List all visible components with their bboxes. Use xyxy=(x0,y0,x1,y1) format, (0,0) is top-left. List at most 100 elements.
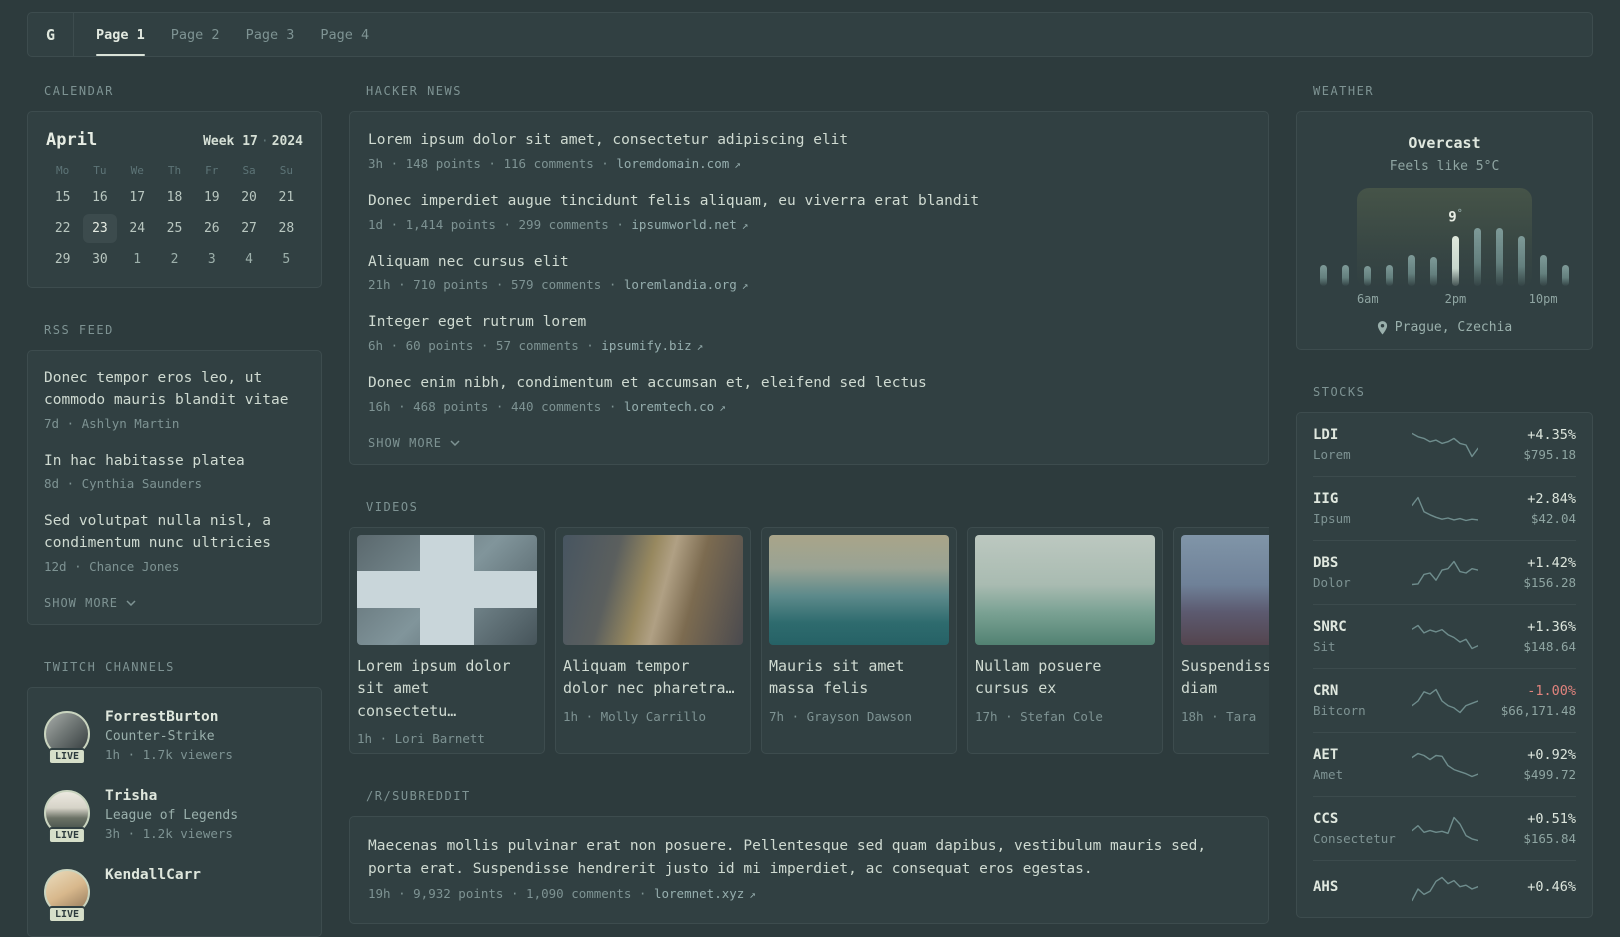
weather-time-label: 10pm xyxy=(1528,292,1558,306)
video-thumbnail[interactable] xyxy=(975,534,1155,645)
twitch-channel-name[interactable]: Trisha xyxy=(105,788,238,804)
rss-show-more-button[interactable]: SHOW MORE xyxy=(44,584,305,616)
video-card[interactable]: Nullam posuere cursus ex 17h · Stefan Co… xyxy=(967,526,1163,755)
hackernews-item-domain[interactable]: ipsumify.biz xyxy=(601,338,691,353)
twitch-channel-info: Trisha League of Legends 3h · 1.2k viewe… xyxy=(105,788,238,841)
video-title[interactable]: Aliquam tempor dolor nec pharetra… xyxy=(563,655,743,700)
stock-row[interactable]: IIG Ipsum +2.84% $42.04 xyxy=(1313,477,1576,541)
hackernews-card: Lorem ipsum dolor sit amet, consectetur … xyxy=(349,111,1269,465)
weather-temp-label: 9° xyxy=(1448,208,1463,226)
rss-item-title[interactable]: Donec tempor eros leo, ut commodo mauris… xyxy=(44,368,305,412)
calendar-year: 2024 xyxy=(271,134,303,149)
twitch-channel-row[interactable]: LIVE KendallCarr xyxy=(44,854,305,928)
rss-section-title: RSS FEED xyxy=(44,323,114,337)
hackernews-item-title[interactable]: Lorem ipsum dolor sit amet, consectetur … xyxy=(368,130,1250,152)
twitch-channel-row[interactable]: LIVE Trisha League of Legends 3h · 1.2k … xyxy=(44,775,305,854)
stock-row[interactable]: DBS Dolor +1.42% $156.28 xyxy=(1313,541,1576,605)
calendar-day-header: We xyxy=(130,164,144,177)
stock-row[interactable]: CCS Consectetur +0.51% $165.84 xyxy=(1313,797,1576,861)
stocks-widget: STOCKS LDI Lorem +4.35% $795.18 IIG Ipsu… xyxy=(1296,385,1593,918)
stock-identity: IIG Ipsum xyxy=(1313,491,1409,526)
stocks-card: LDI Lorem +4.35% $795.18 IIG Ipsum +2.84… xyxy=(1296,412,1593,918)
stock-values: -1.00% $66,171.48 xyxy=(1480,683,1576,718)
hackernews-show-more-button[interactable]: SHOW MORE xyxy=(368,424,1250,456)
tab-page-4[interactable]: Page 4 xyxy=(320,13,369,56)
hackernews-item: Donec enim nibh, condimentum et accumsan… xyxy=(368,363,1250,424)
tab-page-3[interactable]: Page 3 xyxy=(246,13,295,56)
video-title[interactable]: Lorem ipsum dolor sit amet consectetu… xyxy=(357,655,537,723)
rss-item-title[interactable]: In hac habitasse platea xyxy=(44,451,305,473)
video-meta: 1h · Lori Barnett xyxy=(357,731,485,747)
calendar-day: 19 xyxy=(203,190,220,205)
hackernews-item: Donec imperdiet augue tincidunt felis al… xyxy=(368,181,1250,242)
video-thumbnail[interactable] xyxy=(563,534,743,645)
twitch-avatar-wrap: LIVE xyxy=(44,789,90,844)
weather-location-label: Prague, Czechia xyxy=(1394,320,1513,335)
stock-row[interactable]: SNRC Sit +1.36% $148.64 xyxy=(1313,605,1576,669)
calendar-week-label: Week 17 xyxy=(203,134,258,149)
stock-price: $66,171.48 xyxy=(1500,703,1576,718)
stock-values: +1.42% $156.28 xyxy=(1480,555,1576,590)
rss-item-meta: 7d · Ashlyn Martin xyxy=(44,415,180,431)
hackernews-widget: HACKER NEWS Lorem ipsum dolor sit amet, … xyxy=(349,84,1269,465)
video-meta: 18h · Tara xyxy=(1181,708,1257,724)
weather-card: Overcast Feels like 5°C 9° 6am 2pm 10pm Pr… xyxy=(1296,111,1593,350)
video-thumbnail[interactable] xyxy=(769,534,949,645)
stock-change: +2.84% xyxy=(1527,491,1576,507)
stock-row[interactable]: LDI Lorem +4.35% $795.18 xyxy=(1313,413,1576,477)
twitch-channel-meta: 3h · 1.2k viewers xyxy=(105,825,233,841)
stock-row[interactable]: CRN Bitcorn -1.00% $66,171.48 xyxy=(1313,669,1576,733)
hackernews-item-meta: 16h · 468 points · 440 comments · loremt… xyxy=(368,399,1250,414)
video-card[interactable]: Suspendisse diam 18h · Tara xyxy=(1173,526,1269,755)
external-link-icon: ↗ xyxy=(696,340,704,353)
video-thumbnail[interactable] xyxy=(1181,534,1269,645)
hackernews-item-title[interactable]: Integer eget rutrum lorem xyxy=(368,312,1250,334)
rss-list: Donec tempor eros leo, ut commodo mauris… xyxy=(44,358,305,584)
twitch-channel-name[interactable]: KendallCarr xyxy=(105,867,201,883)
stock-row[interactable]: AHS +0.46% xyxy=(1313,861,1576,917)
stock-price: $156.28 xyxy=(1523,575,1576,590)
tab-page-1[interactable]: Page 1 xyxy=(96,13,145,56)
hackernews-item-domain[interactable]: loremdomain.com xyxy=(616,156,729,171)
hackernews-item-title[interactable]: Donec imperdiet augue tincidunt felis al… xyxy=(368,191,1250,213)
hackernews-item-title[interactable]: Aliquam nec cursus elit xyxy=(368,252,1250,274)
calendar-day-header: Su xyxy=(279,164,293,177)
video-card[interactable]: Mauris sit amet massa felis 7h · Grayson… xyxy=(761,526,957,755)
stock-name: Ipsum xyxy=(1313,511,1351,526)
stock-identity: AHS xyxy=(1313,879,1409,899)
video-card[interactable]: Aliquam tempor dolor nec pharetra… 1h · … xyxy=(555,526,751,755)
twitch-channel-game: Counter-Strike xyxy=(105,728,215,744)
reddit-post-title[interactable]: Maecenas mollis pulvinar erat non posuer… xyxy=(368,835,1250,881)
hackernews-item-domain[interactable]: loremlandia.org xyxy=(624,277,737,292)
reddit-post-domain[interactable]: loremnet.xyz xyxy=(654,886,744,901)
twitch-channel-row[interactable]: LIVE ForrestBurton Counter-Strike 1h · 1… xyxy=(44,696,305,775)
stock-identity: SNRC Sit xyxy=(1313,619,1409,654)
video-title[interactable]: Mauris sit amet massa felis xyxy=(769,655,949,700)
stock-row[interactable]: AET Amet +0.92% $499.72 xyxy=(1313,733,1576,797)
hackernews-item-stats: 16h · 468 points · 440 comments · xyxy=(368,398,624,414)
video-title[interactable]: Nullam posuere cursus ex xyxy=(975,655,1155,700)
stock-symbol: CRN xyxy=(1313,683,1339,699)
hackernews-item-domain[interactable]: loremtech.co xyxy=(624,399,714,414)
twitch-channel-name[interactable]: ForrestBurton xyxy=(105,709,233,725)
stock-change: -1.00% xyxy=(1527,683,1576,699)
rss-item-title[interactable]: Sed volutpat nulla nisl, a condimentum n… xyxy=(44,511,305,555)
stock-symbol: CCS xyxy=(1313,811,1339,827)
stock-symbol: AHS xyxy=(1313,879,1339,895)
weather-bar xyxy=(1466,196,1488,286)
stock-change: +0.46% xyxy=(1527,879,1576,895)
video-card[interactable]: Lorem ipsum dolor sit amet consectetu… 1… xyxy=(349,526,545,755)
rss-item: In hac habitasse platea 8d · Cynthia Sau… xyxy=(44,441,305,502)
twitch-channel-info: ForrestBurton Counter-Strike 1h · 1.7k v… xyxy=(105,709,233,762)
calendar-day: 3 xyxy=(207,252,216,267)
stock-sparkline xyxy=(1410,495,1479,523)
hackernews-item-stats: 3h · 148 points · 116 comments · xyxy=(368,155,617,171)
videos-row: Lorem ipsum dolor sit amet consectetu… 1… xyxy=(349,526,1269,755)
tab-page-2[interactable]: Page 2 xyxy=(171,13,220,56)
live-badge: LIVE xyxy=(47,747,87,765)
video-title[interactable]: Suspendisse diam xyxy=(1181,655,1269,700)
hackernews-item-domain[interactable]: ipsumworld.net xyxy=(631,217,736,232)
stock-identity: AET Amet xyxy=(1313,747,1409,782)
hackernews-item-title[interactable]: Donec enim nibh, condimentum et accumsan… xyxy=(368,373,1250,395)
video-thumbnail[interactable] xyxy=(357,534,537,645)
